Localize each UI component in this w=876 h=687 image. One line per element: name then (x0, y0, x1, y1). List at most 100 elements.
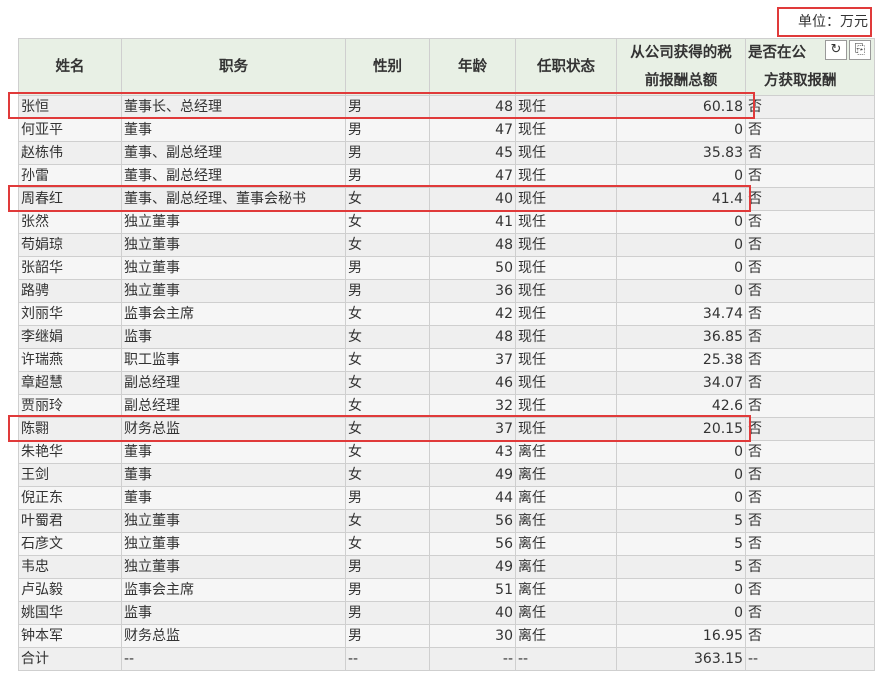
cell-pay: 0 (616, 233, 746, 257)
table-row: 张恒 董事长、总经理男 48 现任 60.18 否 (18, 95, 875, 119)
cell-status: 现任 (515, 118, 617, 142)
table-row: 倪正东 董事男 44 离任 0 否 (18, 486, 875, 510)
cell-age: -- (429, 647, 516, 671)
cell-status: 离任 (515, 624, 617, 648)
cell-name: 王剑 (18, 463, 122, 487)
cell-gender: 女 (345, 233, 430, 257)
cell-name: 韦忠 (18, 555, 122, 579)
table-row: 张韶华 独立董事男 50 现任 0 否 (18, 256, 875, 280)
refresh-icon[interactable]: ↻ (825, 40, 847, 60)
cell-gender: 男 (345, 279, 430, 303)
cell-status: 离任 (515, 532, 617, 556)
cell-age: 40 (429, 601, 516, 625)
cell-name: 孙雷 (18, 164, 122, 188)
cell-position: 董事 (121, 118, 346, 142)
cell-age: 41 (429, 210, 516, 234)
cell-position: 监事会主席 (121, 578, 346, 602)
table-row: 韦忠 独立董事男 49 离任 5 否 (18, 555, 875, 579)
table-row: 叶蜀君 独立董事女 56 离任 5 否 (18, 509, 875, 533)
cell-position: 董事长、总经理 (121, 95, 346, 119)
cell-pay: 36.85 (616, 325, 746, 349)
cell-status: 现任 (515, 302, 617, 326)
table-row: 姚国华 监事男 40 离任 0 否 (18, 601, 875, 625)
cell-pay: 34.07 (616, 371, 746, 395)
cell-position: 董事 (121, 486, 346, 510)
cell-status: 离任 (515, 509, 617, 533)
table-row: 赵栋伟 董事、副总经理男 45 现任 35.83 否 (18, 141, 875, 165)
cell-gender: 女 (345, 532, 430, 556)
cell-age: 37 (429, 348, 516, 372)
cell-age: 48 (429, 325, 516, 349)
cell-position: 副总经理 (121, 371, 346, 395)
cell-related-pay: 否 (745, 624, 875, 648)
cell-gender: 女 (345, 210, 430, 234)
cell-pay: 5 (616, 509, 746, 533)
cell-related-pay: 否 (745, 233, 875, 257)
cell-name: 路骋 (18, 279, 122, 303)
col-header-gender[interactable]: 性别 (345, 38, 430, 96)
table-row: 何亚平 董事男 47 现任 0 否 (18, 118, 875, 142)
cell-age: 43 (429, 440, 516, 464)
export-icon[interactable]: ⎘ (849, 40, 871, 60)
cell-pay: 0 (616, 486, 746, 510)
col-header-pay-line2: 前报酬总额 (644, 73, 718, 89)
cell-position: 独立董事 (121, 509, 346, 533)
cell-name: 朱艳华 (18, 440, 122, 464)
cell-age: 36 (429, 279, 516, 303)
cell-pay: 5 (616, 555, 746, 579)
cell-position: 副总经理 (121, 394, 346, 418)
cell-name: 陈翾 (18, 417, 122, 441)
cell-related-pay: -- (745, 647, 875, 671)
table-row: 许瑞燕 职工监事女 37 现任 25.38 否 (18, 348, 875, 372)
cell-gender: 男 (345, 624, 430, 648)
cell-gender: 女 (345, 187, 430, 211)
cell-related-pay: 否 (745, 440, 875, 464)
col-header-position[interactable]: 职务 (121, 38, 346, 96)
cell-position: 董事 (121, 463, 346, 487)
cell-name: 赵栋伟 (18, 141, 122, 165)
cell-name: 苟娟琼 (18, 233, 122, 257)
cell-name: 周春红 (18, 187, 122, 211)
cell-status: 离任 (515, 555, 617, 579)
cell-age: 56 (429, 532, 516, 556)
col-header-pay[interactable]: 从公司获得的税 前报酬总额 (616, 38, 746, 96)
cell-related-pay: 否 (745, 555, 875, 579)
table-row: 陈翾 财务总监女 37 现任 20.15 否 (18, 417, 875, 441)
cell-pay: 41.4 (616, 187, 746, 211)
cell-age: 47 (429, 118, 516, 142)
compensation-table: 姓名 职务 性别 年龄 任职状态 从公司获得的税 前报酬总额 是否在公 方获取报… (18, 38, 875, 671)
col-header-name[interactable]: 姓名 (18, 38, 122, 96)
cell-name: 卢弘毅 (18, 578, 122, 602)
cell-gender: 女 (345, 325, 430, 349)
cell-age: 46 (429, 371, 516, 395)
col-header-related-line2: 方获取报酬 (764, 73, 837, 89)
cell-age: 42 (429, 302, 516, 326)
cell-pay: 60.18 (616, 95, 746, 119)
col-header-status[interactable]: 任职状态 (515, 38, 617, 96)
cell-pay: 0 (616, 601, 746, 625)
cell-gender: 男 (345, 578, 430, 602)
cell-pay: 363.15 (616, 647, 746, 671)
cell-related-pay: 否 (745, 532, 875, 556)
cell-status: 离任 (515, 486, 617, 510)
cell-status: 现任 (515, 394, 617, 418)
col-header-age[interactable]: 年龄 (429, 38, 516, 96)
cell-pay: 16.95 (616, 624, 746, 648)
cell-related-pay: 否 (745, 325, 875, 349)
table-row: 王剑 董事女 49 离任 0 否 (18, 463, 875, 487)
cell-related-pay: 否 (745, 256, 875, 280)
cell-related-pay: 否 (745, 601, 875, 625)
cell-name: 石彦文 (18, 532, 122, 556)
cell-position: 财务总监 (121, 417, 346, 441)
cell-name: 张恒 (18, 95, 122, 119)
cell-pay: 42.6 (616, 394, 746, 418)
cell-age: 51 (429, 578, 516, 602)
cell-age: 48 (429, 95, 516, 119)
cell-status: 现任 (515, 256, 617, 280)
table-row: 路骋 独立董事男 36 现任 0 否 (18, 279, 875, 303)
cell-related-pay: 否 (745, 141, 875, 165)
cell-gender: 男 (345, 555, 430, 579)
cell-gender: 女 (345, 394, 430, 418)
cell-pay: 25.38 (616, 348, 746, 372)
cell-status: 现任 (515, 371, 617, 395)
